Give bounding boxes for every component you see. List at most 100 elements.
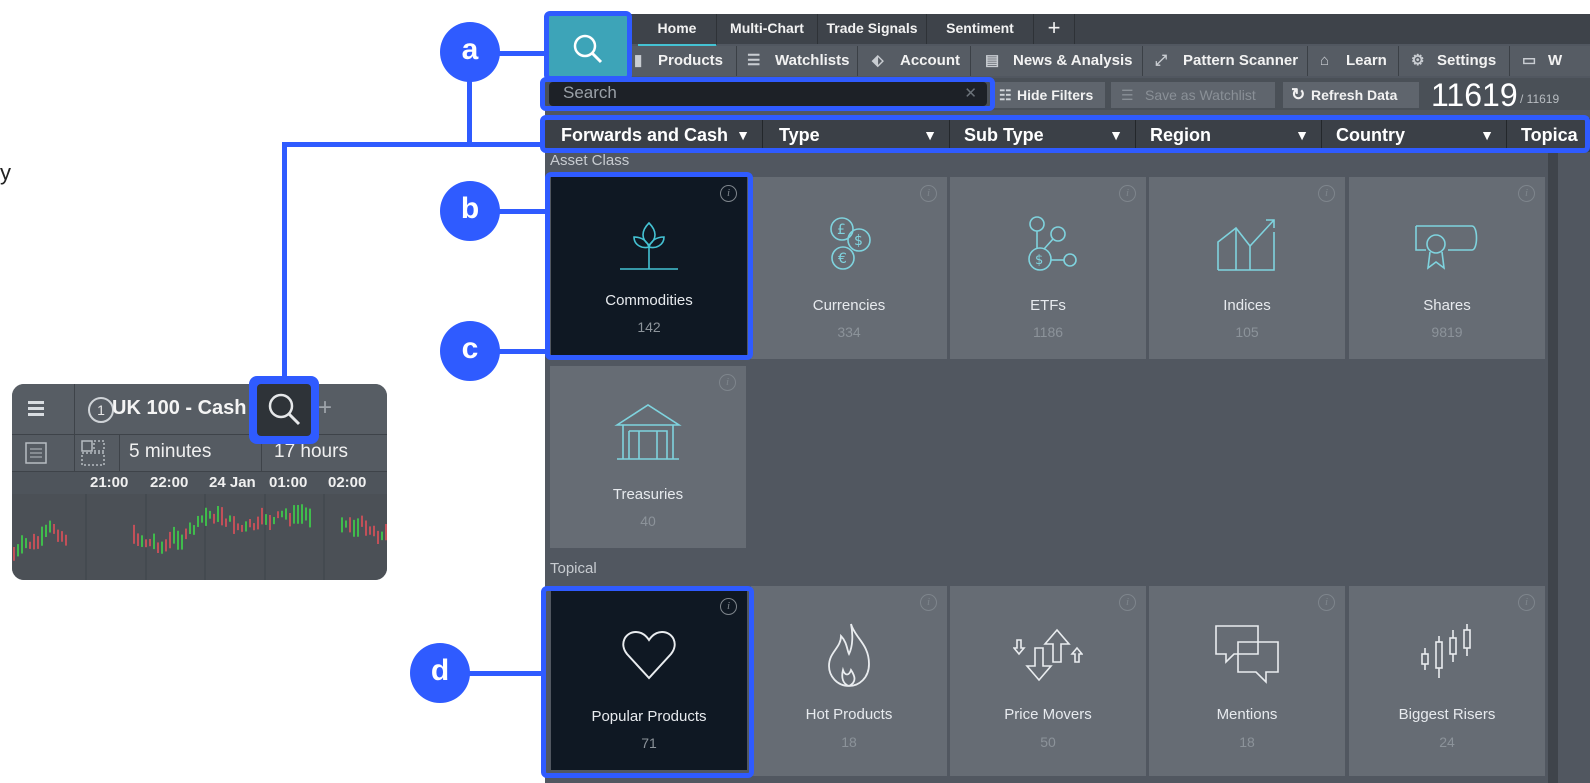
nav-watchlists[interactable]: ☰ Watchlists — [737, 46, 858, 76]
tile-etfs[interactable]: i $ ETFs 1186 — [950, 177, 1146, 359]
tile-label: ETFs — [1030, 297, 1066, 314]
nav-news[interactable]: ▤ News & Analysis — [971, 46, 1143, 76]
tile-count: 105 — [1235, 324, 1259, 340]
info-icon[interactable]: i — [719, 374, 736, 391]
connector-line — [465, 671, 543, 676]
certificate-icon — [1415, 225, 1478, 270]
time-label: 22:00 — [150, 474, 189, 491]
nav-settings[interactable]: ⚙ Settings — [1399, 46, 1510, 76]
result-count: 11619 — [1431, 77, 1518, 113]
tab-multi-chart[interactable]: Multi-Chart — [717, 14, 818, 44]
filter-icon: ☷ — [999, 87, 1012, 103]
list-icon[interactable] — [24, 441, 48, 470]
info-icon[interactable]: i — [920, 185, 937, 202]
nav-products-label: Products — [658, 52, 724, 69]
tile-label: Currencies — [812, 297, 886, 314]
tile-label: Indices — [1223, 297, 1271, 314]
tile-label: Hot Products — [805, 706, 893, 723]
learn-icon: ⌂ — [1320, 52, 1330, 69]
nav-pattern-scanner[interactable]: ⤢ Pattern Scanner — [1143, 46, 1308, 76]
connector-line — [282, 142, 287, 382]
save-watchlist-button[interactable]: ☰ Save as Watchlist — [1111, 82, 1275, 108]
info-icon[interactable]: i — [1119, 185, 1136, 202]
hamburger-icon[interactable] — [26, 398, 46, 418]
tab-sentiment[interactable]: Sentiment — [927, 14, 1034, 44]
tile-label: Mentions — [1216, 706, 1278, 723]
highlight-filter-row — [540, 115, 1590, 153]
flame-icon — [828, 623, 870, 687]
list-icon: ☰ — [1121, 87, 1134, 103]
price-chart[interactable] — [12, 494, 387, 580]
nav-account-label: Account — [900, 52, 960, 69]
window-number: 1 — [88, 397, 114, 423]
tab-home[interactable]: Home — [638, 14, 717, 47]
refresh-icon: ↻ — [1291, 85, 1306, 104]
tile-biggest-risers[interactable]: i Biggest Risers 24 — [1349, 586, 1545, 776]
coins-icon: £ $ € — [830, 217, 871, 270]
refresh-data-button[interactable]: ↻ Refresh Data — [1283, 82, 1419, 108]
instrument-title[interactable]: UK 100 - Cash — [112, 397, 247, 420]
nav-watchlists-label: Watchlists — [775, 52, 850, 69]
tile-shares[interactable]: i Shares 9819 — [1349, 177, 1545, 359]
nav-settings-label: Settings — [1437, 52, 1497, 69]
mini-search-button[interactable] — [257, 384, 311, 436]
highlight-commodities — [545, 172, 753, 360]
chart-up-icon — [1217, 219, 1275, 271]
svg-text:$: $ — [854, 233, 863, 249]
search-icon — [268, 393, 301, 426]
tile-label: Treasuries — [612, 486, 684, 503]
info-icon[interactable]: i — [1518, 594, 1535, 611]
range-selector[interactable]: 17 hours — [274, 441, 348, 463]
info-icon[interactable]: i — [920, 594, 937, 611]
tile-treasuries[interactable]: i Treasuries 40 — [550, 366, 746, 548]
time-label: 24 Jan — [209, 474, 256, 491]
connector-line — [467, 80, 472, 142]
nav-account[interactable]: ⬖ Account — [858, 46, 971, 76]
callout-badge-d: d — [410, 643, 470, 703]
tile-count: 40 — [640, 513, 656, 529]
nav-news-label: News & Analysis — [1013, 52, 1133, 69]
info-icon[interactable]: i — [1318, 185, 1335, 202]
tile-indices[interactable]: i Indices 105 — [1149, 177, 1345, 359]
info-icon[interactable]: i — [1518, 185, 1535, 202]
save-watchlist-label: Save as Watchlist — [1145, 87, 1256, 103]
time-label: 21:00 — [90, 474, 129, 491]
tile-mentions[interactable]: i Mentions 18 — [1149, 586, 1345, 776]
tile-label: Price Movers — [1004, 706, 1092, 723]
tile-count: 1186 — [1032, 324, 1064, 340]
tab-trade-signals[interactable]: Trade Signals — [818, 14, 927, 44]
connector-line — [497, 51, 547, 56]
etf-icon: $ — [1028, 216, 1077, 271]
news-icon: ▤ — [985, 52, 1000, 69]
info-icon[interactable]: i — [1318, 594, 1335, 611]
layout-icon[interactable] — [80, 439, 106, 472]
result-total: / 11619 — [1520, 92, 1560, 106]
nav-products[interactable]: ▮ Products — [628, 46, 737, 76]
tile-currencies[interactable]: i £ $ € Currencies 334 — [751, 177, 947, 359]
left-edge-text: y — [0, 160, 11, 185]
nav-learn[interactable]: ⌂ Learn — [1308, 46, 1399, 76]
hide-filters-button[interactable]: ☷ Hide Filters — [993, 82, 1105, 108]
tile-hot-products[interactable]: i Hot Products 18 — [751, 586, 947, 776]
highlight-search-square — [544, 11, 632, 81]
info-icon[interactable]: i — [1119, 594, 1136, 611]
tab-add[interactable]: + — [1034, 14, 1075, 44]
scrollbar[interactable] — [1548, 152, 1558, 783]
nav-more[interactable]: ▭ W — [1510, 46, 1590, 76]
time-label: 01:00 — [269, 474, 308, 491]
tile-label: Biggest Risers — [1398, 706, 1496, 723]
tile-price-movers[interactable]: i Price Movers 50 — [950, 586, 1146, 776]
highlight-search-input — [540, 77, 995, 111]
interval-selector[interactable]: 5 minutes — [129, 441, 211, 463]
tile-count: 9819 — [1431, 324, 1463, 340]
gear-icon: ⚙ — [1411, 52, 1425, 69]
hide-filters-label: Hide Filters — [1017, 87, 1094, 103]
time-label: 02:00 — [328, 474, 367, 491]
svg-text:$: $ — [1035, 253, 1043, 268]
tile-count: 18 — [841, 734, 857, 750]
tile-count: 334 — [837, 324, 861, 340]
add-icon[interactable]: + — [318, 394, 332, 422]
connector-line — [495, 209, 547, 214]
nav-pattern-label: Pattern Scanner — [1183, 52, 1299, 69]
tile-label: Shares — [1423, 297, 1471, 314]
